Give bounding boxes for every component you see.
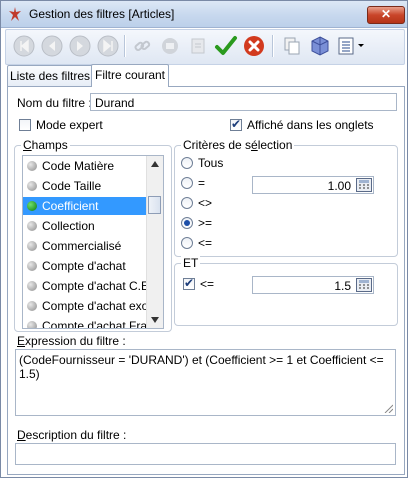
next-icon[interactable] — [68, 34, 92, 58]
close-button[interactable]: ✕ — [367, 6, 405, 24]
close-icon: ✕ — [380, 7, 392, 21]
criteria-radio-label: = — [198, 176, 206, 190]
field-list-item[interactable]: Coefficient — [23, 197, 146, 215]
field-bullet-icon — [27, 261, 37, 271]
field-bullet-icon — [27, 301, 37, 311]
scroll-down-icon[interactable] — [151, 317, 159, 323]
fields-scrollbar[interactable] — [146, 156, 163, 328]
criteria-radio-option[interactable] — [181, 197, 193, 209]
field-list-item-label: Code Matière — [42, 159, 115, 173]
field-list-item[interactable]: Commercialisé — [23, 237, 146, 255]
field-list-item-label: Compte d'achat — [42, 259, 126, 273]
validate-check-icon[interactable] — [214, 34, 238, 58]
copy-icon[interactable] — [280, 34, 304, 58]
field-bullet-icon — [27, 321, 37, 328]
field-bullet-icon — [27, 181, 37, 191]
and-group-title: ET — [181, 256, 201, 270]
print-icon[interactable] — [186, 34, 210, 58]
and-operator-label: <= — [200, 277, 215, 291]
field-list-item-label: Commercialisé — [42, 239, 122, 253]
field-list-item-label: Code Taille — [42, 179, 102, 193]
criteria-group-title: Critères de sélection — [181, 138, 295, 152]
fields-title-rest: hamps — [31, 138, 68, 152]
field-list-item[interactable]: Compte d'achat France — [23, 317, 146, 329]
filter-window: Gestion des filtres [Articles] ✕ Liste d… — [0, 0, 408, 478]
fields-title-key: C — [23, 138, 32, 152]
field-list-item[interactable]: Code Matière — [23, 157, 146, 175]
calculator-icon[interactable] — [356, 278, 372, 292]
description-input[interactable] — [15, 443, 396, 465]
criteria-radio-option[interactable] — [181, 157, 193, 169]
first-icon[interactable] — [12, 34, 36, 58]
tab-bar: Liste des filtres Filtre courant — [7, 64, 405, 87]
tab-filter-list[interactable]: Liste des filtres — [7, 65, 93, 86]
expression-label: Expression du filtre : — [17, 334, 126, 348]
field-list-item-label: Collection — [42, 219, 95, 233]
field-list-item[interactable]: Compte d'achat exonéré — [23, 297, 146, 315]
field-list-item[interactable]: Collection — [23, 217, 146, 235]
expression-textarea[interactable]: (CodeFournisseur = 'DURAND') et (Coeffic… — [15, 349, 396, 416]
expert-mode-checkbox[interactable] — [19, 119, 31, 131]
field-list-item-label: Coefficient — [42, 199, 99, 213]
criteria-radio-label: Tous — [198, 156, 224, 170]
toolbar-separator — [124, 35, 126, 57]
resize-grip-icon[interactable] — [383, 403, 393, 413]
field-list-item[interactable]: Compte d'achat C.E.E — [23, 277, 146, 295]
criteria-radio-option[interactable] — [181, 177, 193, 189]
menu-list-icon[interactable] — [336, 34, 368, 58]
criteria-radio-option[interactable] — [181, 217, 193, 229]
criteria-radio-option[interactable] — [181, 237, 193, 249]
previous-icon[interactable] — [40, 34, 64, 58]
last-icon[interactable] — [96, 34, 120, 58]
toolbar-separator — [272, 35, 274, 57]
scroll-thumb[interactable] — [148, 196, 161, 214]
tab-current-filter[interactable]: Filtre courant — [91, 64, 169, 87]
criteria-group: Critères de sélection Tous = <> >= <= 1.00 — [174, 138, 398, 257]
and-checkbox[interactable] — [183, 276, 195, 290]
field-list-item-label: Compte d'achat France — [42, 319, 146, 329]
scroll-up-icon[interactable] — [151, 161, 159, 167]
app-icon — [9, 7, 21, 21]
current-filter-panel: Nom du filtre : Durand Mode expert Affic… — [7, 86, 405, 475]
field-list-item-label: Compte d'achat exonéré — [42, 299, 146, 313]
view-3d-icon[interactable] — [308, 34, 332, 58]
field-list-item[interactable]: Code Taille — [23, 177, 146, 195]
field-bullet-icon — [27, 201, 37, 211]
fields-group-title: Champs — [21, 138, 70, 152]
expert-mode-label: Mode expert — [36, 118, 103, 132]
criteria-radio-label: >= — [198, 216, 213, 230]
shown-in-tabs-label: Affiché dans les onglets — [247, 118, 374, 132]
toolbar — [5, 29, 405, 65]
field-list-item-label: Compte d'achat C.E.E — [42, 279, 146, 293]
cancel-icon[interactable] — [242, 34, 266, 58]
shown-in-tabs-checkbox[interactable] — [230, 117, 242, 131]
field-bullet-icon — [27, 281, 37, 291]
title-bar: Gestion des filtres [Articles] ✕ — [1, 1, 407, 28]
field-list-item[interactable]: Compte d'achat — [23, 257, 146, 275]
filter-name-input[interactable]: Durand — [90, 93, 397, 111]
expression-text: (CodeFournisseur = 'DURAND') et (Coeffic… — [19, 353, 384, 381]
criteria-radio-label: <> — [198, 196, 213, 210]
field-bullet-icon — [27, 221, 37, 231]
link-icon[interactable] — [130, 34, 154, 58]
filter-name-label: Nom du filtre : — [17, 96, 92, 110]
fields-list[interactable]: Code Matière Code Taille Coefficient Collec… — [22, 155, 164, 329]
fields-group: Champs Code Matière Code Taille Coefficien… — [14, 138, 172, 332]
criteria-radio-label: <= — [198, 236, 213, 250]
and-group: ET <= 1.5 — [174, 256, 398, 326]
field-bullet-icon — [27, 161, 37, 171]
save-disk-icon[interactable] — [158, 34, 182, 58]
description-label: Description du filtre : — [17, 428, 127, 442]
window-title: Gestion des filtres [Articles] — [29, 7, 175, 21]
field-bullet-icon — [27, 241, 37, 251]
calculator-icon[interactable] — [356, 178, 372, 192]
